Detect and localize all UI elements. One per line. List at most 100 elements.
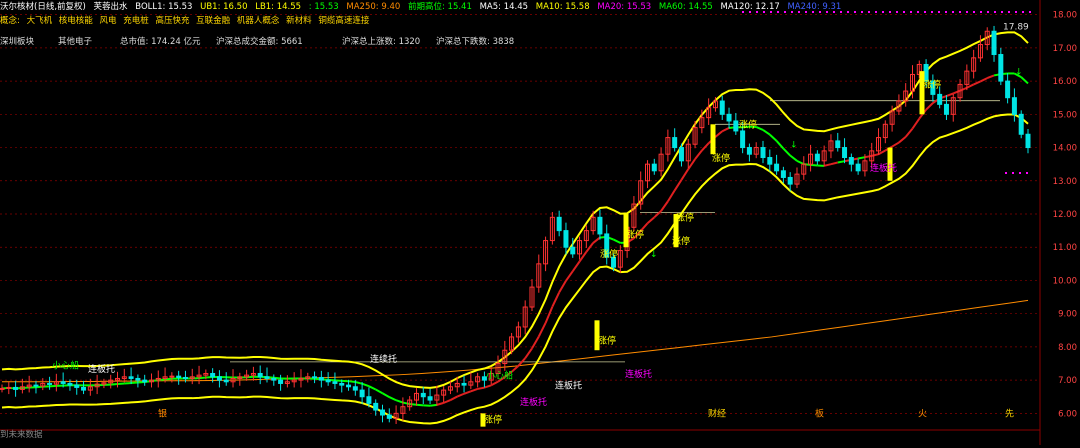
signal-dot [1026, 172, 1028, 174]
ma120-value: MA120: 12.17 [720, 2, 779, 12]
boll-mid-line [546, 307, 553, 323]
candle-body [129, 377, 133, 379]
candle-body [319, 377, 323, 380]
candle-body [421, 393, 425, 396]
candle-body [374, 403, 378, 410]
support-label: 连板托 [625, 368, 652, 380]
max-price-label: 17.89 [1003, 23, 1029, 33]
limit-up-label: 涨停 [484, 414, 502, 426]
candle-body [428, 397, 432, 400]
candle-body [1006, 81, 1010, 98]
footer-note: 到未来数据 [0, 428, 43, 440]
boll-mid-line [199, 377, 206, 378]
boll-mid-line [756, 127, 763, 130]
signal-dot [861, 11, 863, 13]
concept-item[interactable]: 大飞机 [27, 16, 53, 26]
candle-body [353, 387, 357, 390]
boll-mid-line [403, 403, 410, 404]
boll-mid-line [362, 384, 369, 386]
boll-mid-line [559, 281, 566, 293]
candle-body [61, 382, 65, 384]
boll-mid-line [491, 382, 498, 386]
limit-up-label: 涨停 [712, 152, 730, 164]
boll-mid-line [858, 157, 865, 158]
ma5-value: MA5: 14.45 [480, 2, 528, 12]
boll-mid-line [831, 163, 838, 165]
boll-mid-line [892, 143, 899, 147]
signal-dot [1029, 11, 1031, 13]
candle-body [381, 410, 385, 415]
candlestick-chart-svg: 6.007.008.009.0010.0011.0012.0013.0014.0… [0, 0, 1080, 445]
boll-mid-line [484, 385, 491, 387]
candle-body [136, 378, 140, 380]
boll-mid-line [668, 190, 675, 201]
boll-mid-line [539, 323, 546, 337]
down-arrow-icon: ↓ [790, 141, 798, 151]
boll-mid-line [695, 151, 702, 160]
candle-body [224, 380, 228, 382]
boll-mid-line [763, 130, 770, 135]
boll-mid-line [457, 394, 464, 397]
boll-mid-line [865, 156, 872, 157]
boll-mid-line [50, 386, 57, 387]
candle-body [177, 376, 181, 377]
stock-chart[interactable]: 6.007.008.009.0010.0011.0012.0013.0014.0… [0, 0, 1080, 445]
ma10-value: MA10: 15.58 [536, 2, 590, 12]
signal-dot [1005, 172, 1007, 174]
boll-mid-line [478, 388, 485, 389]
stock-title[interactable]: 沃尔核材(日线,前复权) [0, 2, 86, 12]
candle-body [265, 377, 269, 379]
candle-body [673, 138, 677, 148]
concept-item[interactable]: 机器人概念 [237, 16, 280, 26]
limit-up-label: 涨停 [626, 228, 644, 240]
concept-item[interactable]: 新材料 [286, 16, 312, 26]
candle-body [652, 164, 656, 171]
caution-label: 小心船 [486, 369, 513, 381]
y-tick-label: 12.00 [1053, 210, 1077, 220]
candle-body [34, 385, 38, 386]
candle-body [849, 158, 853, 165]
boll-mid-line [376, 389, 383, 393]
concept-item[interactable]: 风电 [100, 16, 117, 26]
candle-body [183, 377, 187, 378]
boll-mid-line [355, 382, 362, 384]
limit-up-label: 涨停 [600, 248, 618, 260]
concept-item[interactable]: 充电桩 [123, 16, 149, 26]
signal-dot [931, 11, 933, 13]
board-label: 深圳板块 [0, 36, 34, 48]
concept-item[interactable]: 高压快充 [155, 16, 189, 26]
candle-body [387, 415, 391, 418]
candle-body [761, 148, 765, 158]
boll-mid-line [369, 386, 376, 389]
signal-dot [924, 11, 926, 13]
boll-mid-line [389, 397, 396, 400]
signal-dot [868, 11, 870, 13]
y-tick-label: 10.00 [1053, 276, 1077, 286]
candle-body [557, 217, 561, 230]
signal-dot [938, 11, 940, 13]
candle-body [843, 148, 847, 158]
concept-item[interactable]: 互联金融 [196, 16, 230, 26]
candle-body [347, 385, 351, 387]
boll-mid-line [410, 404, 417, 405]
concept-item[interactable]: 核电核能 [59, 16, 93, 26]
concept-item[interactable]: 铜缆高速连接 [318, 16, 369, 26]
boll-mid-line [702, 143, 709, 150]
up-count-label: 沪深总上涨数: 1320 [342, 36, 420, 48]
industry-label: 其他电子 [58, 36, 92, 48]
candle-body [143, 380, 147, 382]
signal-dot [882, 11, 884, 13]
candle-body [279, 380, 283, 383]
support-label: 连板托 [520, 396, 547, 408]
boll-mid-line [396, 400, 403, 402]
limit-up-bar [711, 124, 716, 154]
concept-prefix: 概念: [0, 16, 20, 26]
limit-up-bar [920, 71, 925, 114]
candle-body [679, 148, 683, 161]
candle-body [48, 383, 52, 384]
indicator-name[interactable]: 芙蓉出水 [94, 2, 128, 12]
signal-dot [987, 11, 989, 13]
candle-body [0, 388, 4, 389]
indicator-header: 沃尔核材(日线,前复权) 芙蓉出水 BOLL1: 15.53 UB1: 16.5… [0, 0, 846, 14]
boll-mid-line [36, 387, 43, 388]
